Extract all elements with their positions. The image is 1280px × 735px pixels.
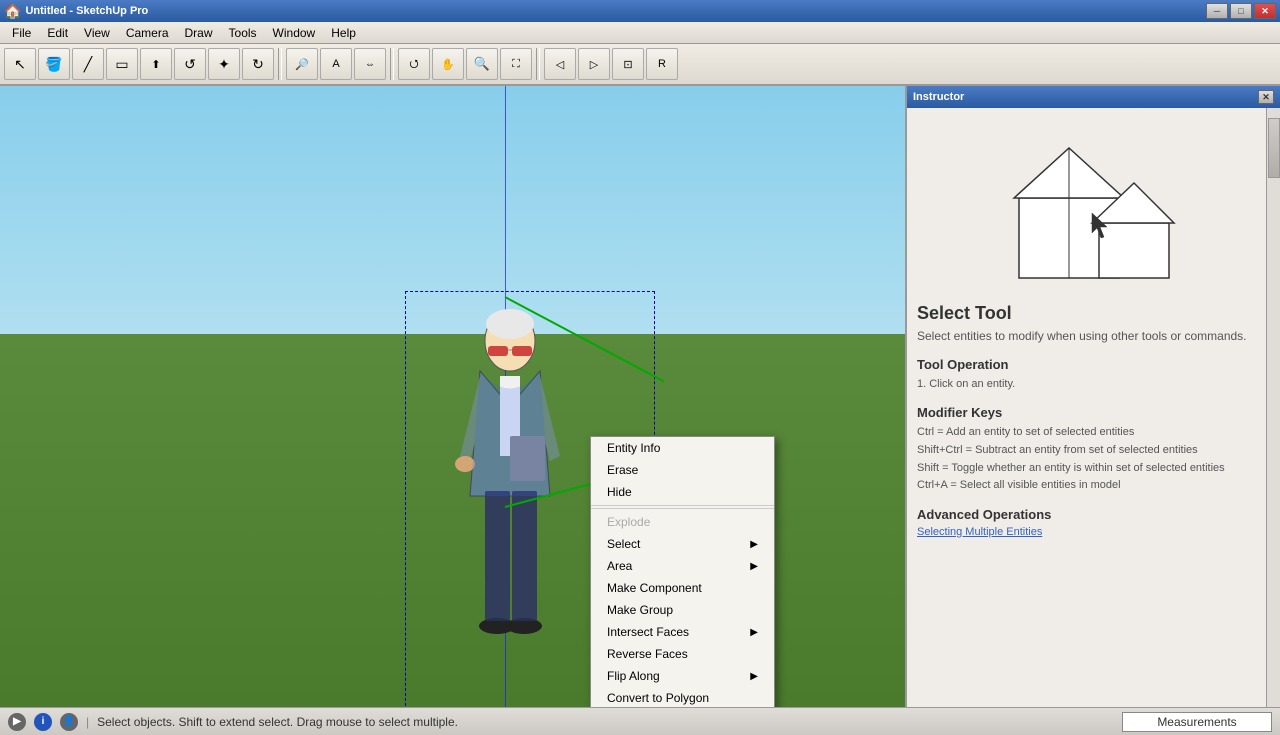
titlebar: 🏠 Untitled - SketchUp Pro ─ □ ✕	[0, 0, 1280, 22]
instructor-description: Select entities to modify when using oth…	[917, 328, 1270, 345]
submenu-arrow-icon: ▶	[750, 561, 758, 572]
context-menu-item-make-group[interactable]: Make Group	[591, 599, 774, 621]
dimensions-button[interactable]: ⇔	[354, 48, 386, 80]
ruby-console-button[interactable]: R	[646, 48, 678, 80]
advanced-operations-title: Advanced Operations	[917, 507, 1270, 522]
scale-tool-button[interactable]: ↻	[242, 48, 274, 80]
instructor-panel: Instructor ✕	[905, 86, 1280, 707]
submenu-arrow-icon: ▶	[750, 539, 758, 550]
context-menu: Entity Info Erase Hide Explode Select ▶ Area ▶ M…	[590, 436, 775, 707]
main-area: Entity Info Erase Hide Explode Select ▶ Area ▶ M…	[0, 86, 1280, 707]
instructor-titlebar: Instructor ✕	[907, 86, 1280, 108]
minimize-button[interactable]: ─	[1206, 3, 1228, 19]
context-menu-item-select[interactable]: Select ▶	[591, 533, 774, 555]
context-menu-item-label: Make Group	[607, 603, 673, 617]
menu-item-edit[interactable]: Edit	[39, 24, 76, 42]
zoom-button[interactable]: 🔍	[466, 48, 498, 80]
window-title: Untitled - SketchUp Pro	[25, 5, 148, 17]
modifier-keys-body: Ctrl = Add an entity to set of selected …	[917, 424, 1270, 494]
instructor-tool-title: Select Tool	[917, 303, 1270, 324]
tool-operation-body: 1. Click on an entity.	[917, 376, 1270, 394]
select-tool-button[interactable]: ↖	[4, 48, 36, 80]
close-button[interactable]: ✕	[1254, 3, 1276, 19]
context-menu-item-label: Area	[607, 559, 632, 573]
submenu-arrow-icon: ▶	[750, 627, 758, 638]
menu-item-draw[interactable]: Draw	[177, 24, 221, 42]
context-menu-item-label: Make Component	[607, 581, 702, 595]
instructor-scrollbar[interactable]	[1266, 108, 1280, 707]
scrollbar-thumb[interactable]	[1268, 118, 1280, 178]
instructor-title: Instructor	[913, 91, 964, 103]
menu-item-tools[interactable]: Tools	[221, 24, 265, 42]
context-menu-item-label: Select	[607, 537, 640, 551]
rotate-tool-button[interactable]: ↺	[174, 48, 206, 80]
next-view-button[interactable]: ▷	[578, 48, 610, 80]
titlebar-left: 🏠 Untitled - SketchUp Pro	[4, 3, 148, 20]
instructor-close-button[interactable]: ✕	[1258, 90, 1274, 104]
measurements-label: Measurements	[1157, 715, 1236, 729]
app-icon: 🏠	[4, 3, 21, 20]
status-icon-play: ▶	[8, 713, 26, 731]
text-tool-button[interactable]: A	[320, 48, 352, 80]
context-menu-item-erase[interactable]: Erase	[591, 459, 774, 481]
menu-item-window[interactable]: Window	[265, 24, 324, 42]
modifier-keys-title: Modifier Keys	[917, 405, 1270, 420]
titlebar-controls: ─ □ ✕	[1206, 3, 1276, 19]
context-menu-item-reverse-faces[interactable]: Reverse Faces	[591, 643, 774, 665]
section-plane-button[interactable]: ⊡	[612, 48, 644, 80]
menu-item-view[interactable]: View	[76, 24, 118, 42]
status-message: Select objects. Shift to extend select. …	[97, 715, 458, 729]
context-menu-item-label: Hide	[607, 485, 632, 499]
move-tool-button[interactable]: ✦	[208, 48, 240, 80]
context-menu-item-intersect-faces[interactable]: Intersect Faces ▶	[591, 621, 774, 643]
shape-tool-button[interactable]: ▭	[106, 48, 138, 80]
previous-view-button[interactable]: ◁	[544, 48, 576, 80]
status-icon-info: i	[34, 713, 52, 731]
context-menu-item-label: Intersect Faces	[607, 625, 689, 639]
line-tool-button[interactable]: ╱	[72, 48, 104, 80]
context-menu-item-label: Erase	[607, 463, 638, 477]
context-menu-item-label: Convert to Polygon	[607, 691, 709, 705]
context-menu-item-label: Flip Along	[607, 669, 660, 683]
zoom-extents-button[interactable]: ⛶	[500, 48, 532, 80]
context-menu-item-make-component[interactable]: Make Component	[591, 577, 774, 599]
person-figure	[430, 296, 590, 707]
menu-item-help[interactable]: Help	[323, 24, 364, 42]
maximize-button[interactable]: □	[1230, 3, 1252, 19]
paint-tool-button[interactable]: 🪣	[38, 48, 70, 80]
context-menu-item-convert-to-polygon[interactable]: Convert to Polygon	[591, 687, 774, 707]
context-menu-item-entity-info[interactable]: Entity Info	[591, 437, 774, 459]
orbit-button[interactable]: ⭯	[398, 48, 430, 80]
toolbar: ↖ 🪣 ╱ ▭ ⬆ ↺ ✦ ↻ 🔎 A ⇔ ⭯ ✋ 🔍 ⛶ ◁ ▷ ⊡ R	[0, 44, 1280, 86]
menu-item-file[interactable]: File	[4, 24, 39, 42]
components-button[interactable]: 🔎	[286, 48, 318, 80]
context-menu-separator-3	[591, 508, 774, 509]
status-icon-user: 👤	[60, 713, 78, 731]
push-tool-button[interactable]: ⬆	[140, 48, 172, 80]
menubar: FileEditViewCameraDrawToolsWindowHelp	[0, 22, 1280, 44]
toolbar-separator-1	[278, 48, 282, 80]
measurements-display[interactable]: Measurements	[1122, 712, 1272, 732]
instructor-content: Select Tool Select entities to modify wh…	[907, 108, 1280, 707]
pan-button[interactable]: ✋	[432, 48, 464, 80]
context-menu-item-explode: Explode	[591, 511, 774, 533]
context-menu-item-area[interactable]: Area ▶	[591, 555, 774, 577]
house-illustration	[917, 118, 1270, 303]
statusbar-left: ▶ i 👤 | Select objects. Shift to extend …	[8, 713, 458, 731]
tool-operation-title: Tool Operation	[917, 357, 1270, 372]
advanced-operations-link[interactable]: Selecting Multiple Entities	[917, 526, 1270, 538]
submenu-arrow-icon: ▶	[750, 671, 758, 682]
toolbar-separator-3	[536, 48, 540, 80]
statusbar: ▶ i 👤 | Select objects. Shift to extend …	[0, 707, 1280, 735]
menu-item-camera[interactable]: Camera	[118, 24, 177, 42]
viewport[interactable]: Entity Info Erase Hide Explode Select ▶ Area ▶ M…	[0, 86, 905, 707]
context-menu-item-flip-along[interactable]: Flip Along ▶	[591, 665, 774, 687]
context-menu-item-label: Explode	[607, 515, 650, 529]
context-menu-item-label: Reverse Faces	[607, 647, 688, 661]
context-menu-item-label: Entity Info	[607, 441, 660, 455]
context-menu-separator-after-2	[591, 505, 774, 506]
toolbar-separator-2	[390, 48, 394, 80]
context-menu-item-hide[interactable]: Hide	[591, 481, 774, 503]
